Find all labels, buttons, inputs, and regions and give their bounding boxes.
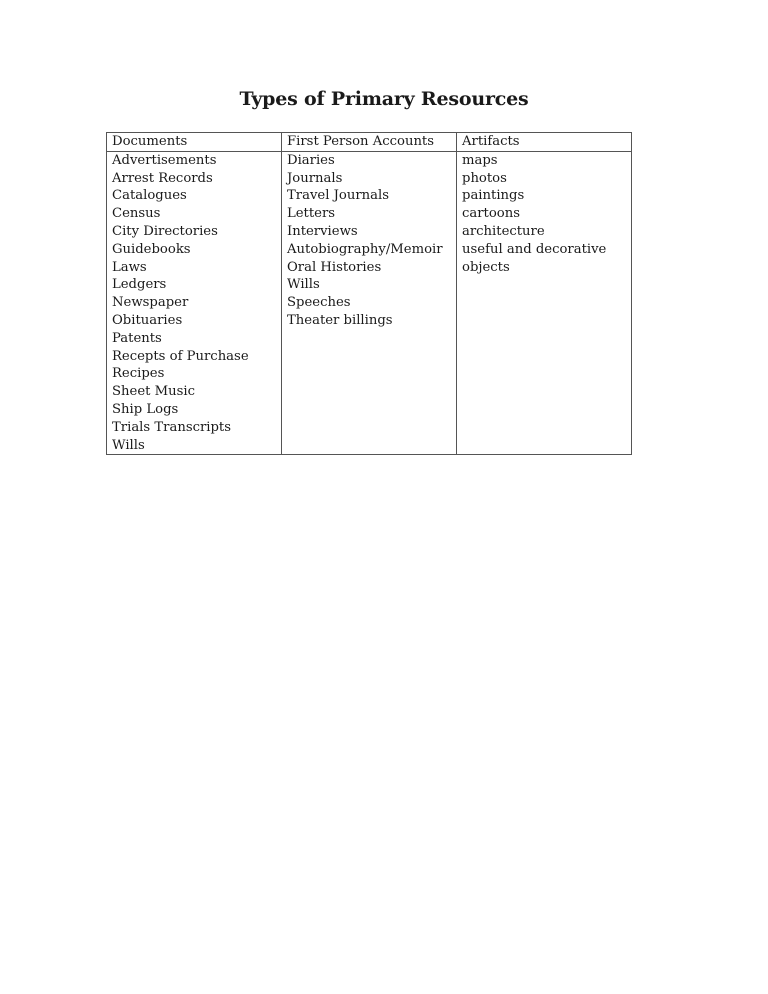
list-item: Patents <box>112 330 162 346</box>
list-item: Ledgers <box>112 277 167 293</box>
list-item: Advertisements <box>112 152 217 168</box>
list-item: Catalogues <box>112 188 187 204</box>
list-item: Travel Journals <box>287 188 389 204</box>
list-item: Autobiography/Memoir <box>287 241 443 257</box>
list-item: Wills <box>287 277 320 293</box>
list-item: Census <box>112 206 161 222</box>
list-item: Sheet Music <box>112 384 195 400</box>
list-item: Letters <box>287 206 336 222</box>
page-title: Types of Primary Resources <box>239 88 529 110</box>
list-item: architecture <box>462 223 545 239</box>
list-item: Speeches <box>287 295 351 311</box>
list-item: Recepts of Purchase <box>112 348 249 364</box>
list-item: maps <box>462 152 498 168</box>
list-item: Laws <box>112 259 147 275</box>
table-header-row: Documents First Person Accounts Artifact… <box>106 132 632 152</box>
list-item: paintings <box>462 188 525 204</box>
list-item: useful and decorative <box>462 241 607 257</box>
column-header-documents: Documents <box>106 132 282 152</box>
list-item: Wills <box>112 437 145 453</box>
list-item: Ship Logs <box>112 401 179 417</box>
list-item: Interviews <box>287 223 358 239</box>
documents-list: Advertisements Arrest Records Catalogues Ce… <box>106 150 282 456</box>
list-item: Recipes <box>112 366 165 382</box>
list-item: Obituaries <box>112 312 183 328</box>
list-item: objects <box>462 259 510 275</box>
list-item: Newspaper <box>112 295 189 311</box>
list-item: photos <box>462 170 507 186</box>
list-item: Oral Histories <box>287 259 382 275</box>
column-header-artifacts: Artifacts <box>456 132 632 152</box>
list-item: City Directories <box>112 223 218 239</box>
list-item: Theater billings <box>287 312 393 328</box>
list-item: Trials Transcripts <box>112 419 231 435</box>
list-item: Diaries <box>287 152 335 168</box>
column-header-first-person-accounts: First Person Accounts <box>281 132 457 152</box>
artifacts-list: maps photos paintings cartoons architecture u… <box>456 150 632 456</box>
first-person-accounts-list: Diaries Journals Travel Journals Letters Int… <box>281 150 457 456</box>
table-body-row: Advertisements Arrest Records Catalogues Ce… <box>106 150 632 456</box>
list-item: Arrest Records <box>112 170 213 186</box>
list-item: cartoons <box>462 206 520 222</box>
list-item: Guidebooks <box>112 241 191 257</box>
primary-resources-table: Documents First Person Accounts Artifact… <box>106 132 632 456</box>
list-item: Journals <box>287 170 343 186</box>
